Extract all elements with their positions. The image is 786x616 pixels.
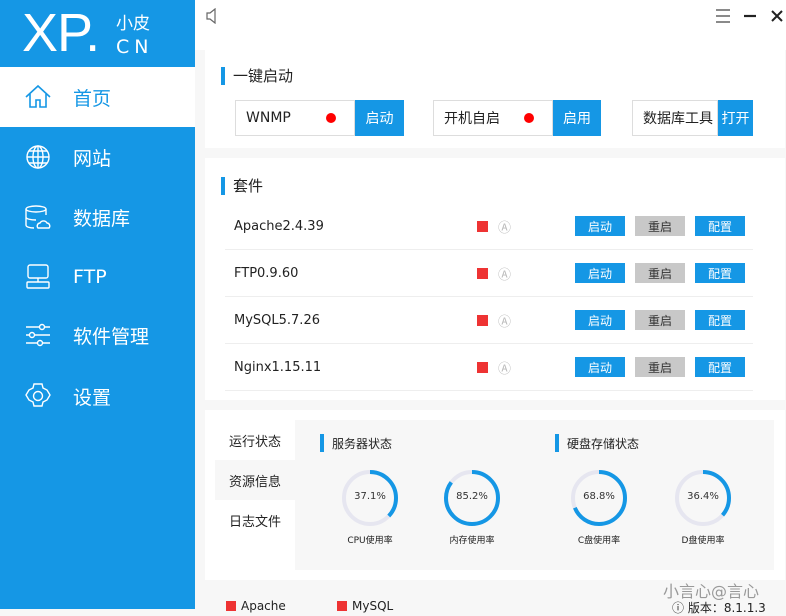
restart-button[interactable]: 重启 xyxy=(635,216,685,236)
menu-icon[interactable] xyxy=(715,9,731,23)
suite-name: Nginx1.15.11 xyxy=(234,359,322,375)
start-button[interactable]: 启动 xyxy=(575,263,625,283)
gauge-label: CPU使用率 xyxy=(347,536,393,546)
sidebar-item-label: 数据库 xyxy=(73,207,131,230)
start-button[interactable]: 启动 xyxy=(575,310,625,330)
sidebar-item-label: 设置 xyxy=(73,386,112,409)
start-button[interactable]: 启动 xyxy=(575,357,625,377)
sidebar-item-label: 首页 xyxy=(73,87,112,110)
minimize-icon[interactable] xyxy=(743,9,757,23)
auto-icon: Ⓐ xyxy=(498,267,512,283)
autostart-enable-button[interactable]: 启用 xyxy=(553,100,601,136)
auto-icon: Ⓐ xyxy=(498,220,512,236)
globe-icon xyxy=(26,145,50,169)
gauge-label: D盘使用率 xyxy=(681,536,725,546)
config-button[interactable]: 配置 xyxy=(695,216,745,236)
suite-row: FTP0.9.60 Ⓐ 启动 重启 配置 xyxy=(225,250,753,297)
gauge-value: 37.1% xyxy=(354,491,386,502)
wnmp-box: WNMP xyxy=(235,100,355,136)
stopped-status-icon xyxy=(477,267,488,279)
stopped-status-icon xyxy=(477,220,488,232)
db-tool-open-button[interactable]: 打开 xyxy=(718,100,753,136)
version-info: ⓘ 版本：8.1.1.3 xyxy=(672,599,766,616)
home-icon xyxy=(25,84,51,108)
auto-icon: Ⓐ xyxy=(498,314,512,330)
restart-button[interactable]: 重启 xyxy=(635,263,685,283)
db-tool-box: 数据库工具 xyxy=(632,100,718,136)
autostart-label: 开机自启 xyxy=(444,111,500,127)
ftp-icon xyxy=(26,264,50,289)
restart-button[interactable]: 重启 xyxy=(635,357,685,377)
suite-row: Apache2.4.39 Ⓐ 启动 重启 配置 xyxy=(225,203,753,250)
wnmp-label: WNMP xyxy=(246,110,291,126)
sidebar-item-software[interactable]: 软件管理 xyxy=(0,305,195,365)
sidebar-item-home[interactable]: 首页 xyxy=(0,67,195,127)
suite-name: Apache2.4.39 xyxy=(234,218,324,234)
tab-running-status[interactable]: 运行状态 xyxy=(215,420,295,460)
autostart-box: 开机自启 xyxy=(433,100,553,136)
tab-resource-info[interactable]: 资源信息 xyxy=(215,460,295,500)
sidebar-item-settings[interactable]: 设置 xyxy=(0,366,195,426)
footer-apache: Apache xyxy=(241,599,286,613)
mysql-status-square xyxy=(337,601,347,611)
database-icon xyxy=(25,205,51,229)
status-dot xyxy=(524,113,534,123)
sliders-icon xyxy=(26,323,50,347)
gauge: 36.4% xyxy=(671,466,735,530)
restart-button[interactable]: 重启 xyxy=(635,310,685,330)
sidebar-item-database[interactable]: 数据库 xyxy=(0,187,195,247)
suite-name: MySQL5.7.26 xyxy=(234,312,320,328)
gauge-value: 36.4% xyxy=(687,491,719,502)
suite-name: FTP0.9.60 xyxy=(234,265,299,281)
server-status-title: 服务器状态 xyxy=(320,434,392,452)
gauge: 85.2% xyxy=(440,466,504,530)
sidebar-item-label: 网站 xyxy=(73,147,112,170)
section-title: 套件 xyxy=(221,175,263,196)
gauge-label: C盘使用率 xyxy=(577,536,621,546)
suite-row: Nginx1.15.11 Ⓐ 启动 重启 配置 xyxy=(225,344,753,391)
logo-cn-top: 小皮 xyxy=(116,14,150,34)
gear-icon xyxy=(25,383,51,407)
disk-status-title: 硬盘存储状态 xyxy=(555,434,639,452)
gauge: 68.8% xyxy=(567,466,631,530)
quick-start-panel: 一键启动 WNMP 启动 开机自启 启用 数据库工具 打开 xyxy=(205,50,785,148)
stopped-status-icon xyxy=(477,361,488,373)
config-button[interactable]: 配置 xyxy=(695,310,745,330)
sidebar-item-website[interactable]: 网站 xyxy=(0,127,195,187)
config-button[interactable]: 配置 xyxy=(695,357,745,377)
apache-status-square xyxy=(226,601,236,611)
gauge-value: 68.8% xyxy=(583,491,615,502)
close-icon[interactable] xyxy=(770,9,784,23)
section-title: 一键启动 xyxy=(221,65,293,86)
gauge-label: 内存使用率 xyxy=(449,536,495,546)
start-button[interactable]: 启动 xyxy=(575,216,625,236)
wnmp-start-button[interactable]: 启动 xyxy=(355,100,404,136)
gauge-value: 85.2% xyxy=(456,491,488,502)
sidebar-item-label: 软件管理 xyxy=(73,325,150,348)
sidebar-item-ftp[interactable]: FTP xyxy=(0,247,195,307)
config-button[interactable]: 配置 xyxy=(695,263,745,283)
speaker-icon[interactable] xyxy=(205,8,221,24)
tab-log-files[interactable]: 日志文件 xyxy=(215,500,295,540)
status-dot xyxy=(326,113,336,123)
auto-icon: Ⓐ xyxy=(498,361,512,377)
logo: XP. 小皮 CN xyxy=(0,0,195,65)
titlebar xyxy=(195,0,786,50)
sidebar-item-label: FTP xyxy=(73,266,107,288)
gauge: 37.1% xyxy=(338,466,402,530)
logo-cn-bottom: CN xyxy=(116,36,154,58)
logo-xp: XP. xyxy=(22,3,100,63)
stopped-status-icon xyxy=(477,314,488,326)
suite-row: MySQL5.7.26 Ⓐ 启动 重启 配置 xyxy=(225,297,753,344)
version-text: 版本：8.1.1.3 xyxy=(687,601,766,615)
db-tool-label: 数据库工具 xyxy=(643,111,713,127)
footer-mysql: MySQL xyxy=(352,599,394,613)
info-icon: ⓘ xyxy=(672,601,688,615)
sidebar: XP. 小皮 CN 首页 网站 数据库 FTP 软件管理 设置 xyxy=(0,0,195,609)
